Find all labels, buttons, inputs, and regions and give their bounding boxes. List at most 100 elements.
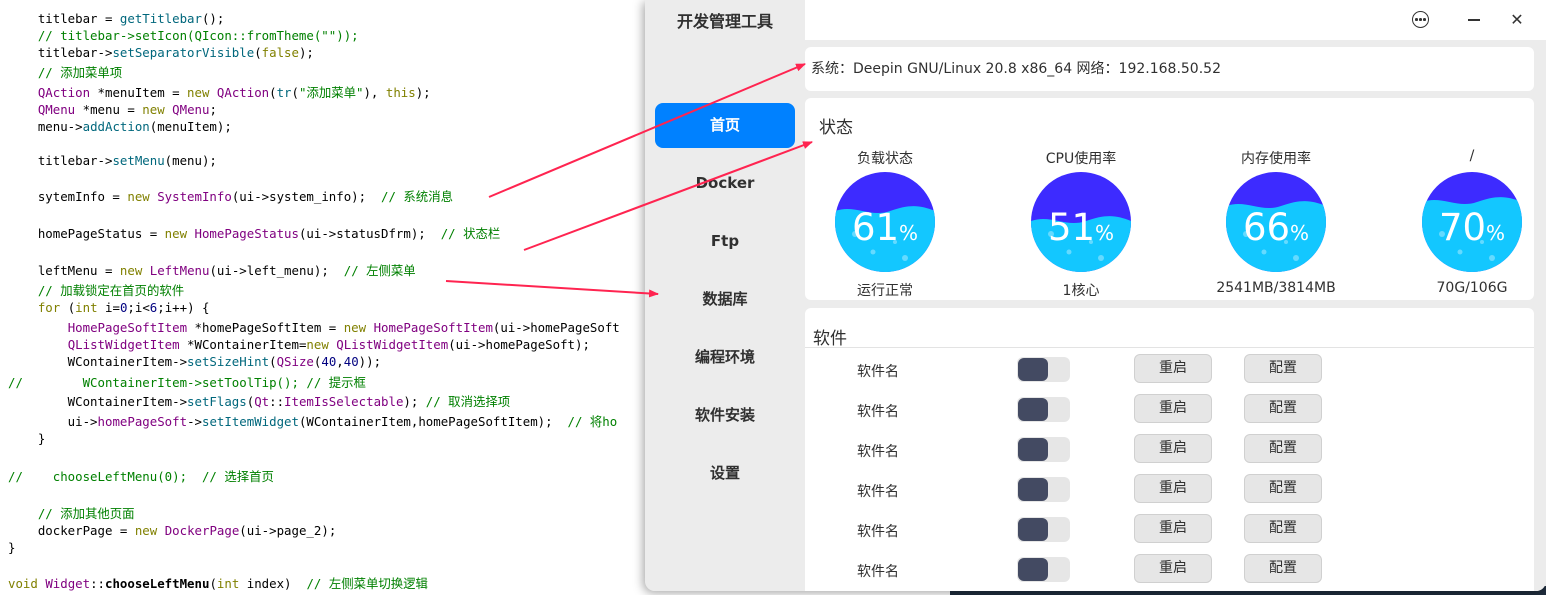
divider xyxy=(805,347,1534,348)
software-row: 软件名 重启 配置 xyxy=(805,354,1534,386)
restart-button[interactable]: 重启 xyxy=(1134,354,1212,383)
toggle-knob xyxy=(1018,518,1048,541)
menu-item-database[interactable]: 数据库 xyxy=(655,277,795,322)
restart-button[interactable]: 重启 xyxy=(1134,514,1212,543)
code-line: homePageStatus = new HomePageStatus(ui->… xyxy=(8,226,501,241)
software-row: 软件名 重启 配置 xyxy=(805,394,1534,426)
bubble xyxy=(1098,255,1104,261)
config-button[interactable]: 配置 xyxy=(1244,474,1322,503)
code-line: titlebar = getTitlebar(); xyxy=(8,11,225,26)
software-name: 软件名 xyxy=(857,444,899,460)
titlebar: ✕ xyxy=(805,0,1546,40)
gauge-label: / xyxy=(1469,148,1475,164)
bubble xyxy=(902,255,908,261)
software-row: 软件名 重启 配置 xyxy=(805,514,1534,546)
bubble xyxy=(1261,249,1267,255)
left-menu: 开发管理工具 首页 Docker Ftp 数据库 编程环境 软件安装 设置 xyxy=(645,0,805,591)
code-line: for (int i=0;i<6;i++) { xyxy=(37,300,210,315)
software-toggle[interactable] xyxy=(1017,437,1070,462)
gauge-label: 内存使用率 xyxy=(1241,151,1311,167)
close-button[interactable]: ✕ xyxy=(1502,5,1532,35)
code-line: WContainerItem->setSizeHint(QSize(40,40)… xyxy=(8,354,382,369)
software-toggle[interactable] xyxy=(1017,557,1070,582)
config-button[interactable]: 配置 xyxy=(1244,394,1322,423)
restart-button[interactable]: 重启 xyxy=(1134,554,1212,583)
menu-item-docker[interactable]: Docker xyxy=(655,161,795,206)
code-line: WContainerItem->setFlags(Qt::ItemIsSelec… xyxy=(8,394,511,409)
config-button[interactable]: 配置 xyxy=(1244,514,1322,543)
code-line: HomePageSoftItem *homePageSoftItem = new… xyxy=(67,320,620,335)
software-name: 软件名 xyxy=(857,564,899,580)
status-panel: 状态 负载状态 61% 运行正常 CPU使用率 51% 1核心 内存使用率 66% 2541MB… xyxy=(805,98,1534,300)
gauge: 负载状态 61% 运行正常 xyxy=(825,148,945,300)
toggle-knob xyxy=(1018,438,1048,461)
system-info: 系统：Deepin GNU/Linux 20.8 x86_64 网络：192.1… xyxy=(805,47,1534,91)
software-name: 软件名 xyxy=(857,484,899,500)
gauge-label: CPU使用率 xyxy=(1045,151,1117,167)
config-button[interactable]: 配置 xyxy=(1244,354,1322,383)
menu-item-home[interactable]: 首页 xyxy=(655,103,795,148)
software-toggle[interactable] xyxy=(1017,397,1070,422)
code-line: QAction *menuItem = new QAction(tr("添加菜单… xyxy=(37,85,431,100)
code-line: dockerPage = new DockerPage(ui->page_2); xyxy=(8,523,337,538)
toggle-knob xyxy=(1018,358,1048,381)
main-area: ✕ 系统：Deepin GNU/Linux 20.8 x86_64 网络：192… xyxy=(805,0,1546,591)
more-options-button[interactable] xyxy=(1405,5,1435,35)
software-toggle[interactable] xyxy=(1017,517,1070,542)
code-line: // 添加其他页面 xyxy=(8,506,135,521)
minimize-button[interactable] xyxy=(1460,5,1490,35)
bubble xyxy=(1066,249,1072,255)
gauge: 内存使用率 66% 2541MB/3814MB xyxy=(1216,148,1336,300)
bubble xyxy=(870,249,876,255)
gauge-value: 66% xyxy=(1242,206,1310,249)
gauge: CPU使用率 51% 1核心 xyxy=(1021,148,1141,300)
menu-item-ftp[interactable]: Ftp xyxy=(655,219,795,264)
gauge: / 70% 70G/106G xyxy=(1412,148,1532,300)
code-line: leftMenu = new LeftMenu(ui->left_menu); … xyxy=(8,263,416,278)
code-line: QMenu *menu = new QMenu; xyxy=(37,102,217,117)
close-icon: ✕ xyxy=(1510,10,1524,29)
restart-button[interactable]: 重启 xyxy=(1134,434,1212,463)
software-panel: 软件 软件名 重启 配置 软件名 重启 配置 软件名 重启 配置 软件名 重启 配置 软件名 重启 配置 软件… xyxy=(805,308,1534,591)
gauge-label: 负载状态 xyxy=(857,151,913,167)
toggle-knob xyxy=(1018,478,1048,501)
code-line: titlebar->setMenu(menu); xyxy=(8,153,217,168)
code-editor: titlebar = getTitlebar(); // titlebar->s… xyxy=(0,0,660,595)
gauge-subtext: 2541MB/3814MB xyxy=(1216,280,1336,296)
menu-item-dev-env[interactable]: 编程环境 xyxy=(655,335,795,380)
menu-item-settings[interactable]: 设置 xyxy=(655,451,795,496)
app-title: 开发管理工具 xyxy=(676,12,773,31)
code-line: titlebar->setSeparatorVisible(false); xyxy=(8,45,314,60)
code-line: ui->homePageSoft->setItemWidget(WContain… xyxy=(8,414,618,429)
software-name: 软件名 xyxy=(857,524,899,540)
minimize-icon xyxy=(1468,19,1480,21)
software-name: 软件名 xyxy=(857,364,899,380)
config-button[interactable]: 配置 xyxy=(1244,434,1322,463)
more-options-icon xyxy=(1412,11,1429,28)
menu-item-software-install[interactable]: 软件安装 xyxy=(655,393,795,438)
gauge-subtext: 1核心 xyxy=(1062,283,1100,299)
code-line: // chooseLeftMenu(0); // 选择首页 xyxy=(8,469,274,484)
gauge-subtext: 70G/106G xyxy=(1436,280,1508,296)
bubble xyxy=(1489,255,1495,261)
software-toggle[interactable] xyxy=(1017,477,1070,502)
code-line: // titlebar->setIcon(QIcon::fromTheme(""… xyxy=(8,28,359,43)
gauge-value: 51% xyxy=(1047,206,1115,249)
software-row: 软件名 重启 配置 xyxy=(805,434,1534,466)
code-line: // WContainerItem->setToolTip(); // 提示框 xyxy=(8,375,366,390)
code-line: } xyxy=(8,540,16,555)
software-toggle[interactable] xyxy=(1017,357,1070,382)
code-line: void Widget::chooseLeftMenu(int index) /… xyxy=(8,576,428,591)
code-line: menu->addAction(menuItem); xyxy=(8,119,232,134)
code-line: } xyxy=(8,431,46,446)
restart-button[interactable]: 重启 xyxy=(1134,474,1212,503)
software-name: 软件名 xyxy=(857,404,899,420)
gauge-subtext: 运行正常 xyxy=(857,283,913,299)
gauge-value: 70% xyxy=(1438,206,1506,249)
software-title: 软件 xyxy=(813,329,847,349)
code-line: // 添加菜单项 xyxy=(8,65,123,80)
restart-button[interactable]: 重启 xyxy=(1134,394,1212,423)
config-button[interactable]: 配置 xyxy=(1244,554,1322,583)
code-line: sytemInfo = new SystemInfo(ui->system_in… xyxy=(8,189,453,204)
code-line: QListWidgetItem *WContainerItem=new QLis… xyxy=(67,337,590,352)
